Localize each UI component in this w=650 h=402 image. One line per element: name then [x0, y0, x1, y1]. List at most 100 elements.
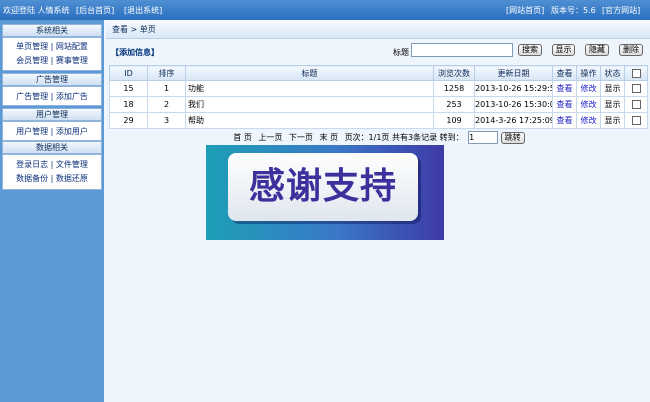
cell-order: 3: [147, 112, 186, 129]
col-views[interactable]: 浏览次数: [433, 65, 475, 81]
cell-status: 显示: [600, 80, 625, 97]
search-input[interactable]: [411, 43, 513, 57]
cell-views: 1258: [433, 80, 475, 97]
row-checkbox[interactable]: [631, 84, 641, 93]
back-home-link[interactable]: [后台首页]: [76, 5, 114, 16]
cell-select: [624, 80, 648, 97]
banner-text: 感谢支持: [248, 166, 397, 207]
search-button[interactable]: 搜索: [518, 44, 542, 56]
cell-id: 18: [109, 96, 148, 113]
logout-link[interactable]: [退出系统]: [124, 5, 162, 16]
sidebar-section-ads[interactable]: 广告管理: [2, 73, 102, 86]
sidebar-item-ad-manage[interactable]: 广告管理: [16, 92, 48, 101]
view-link[interactable]: 查看: [557, 100, 573, 109]
col-status: 状态: [600, 65, 625, 81]
sidebar: 系统相关 单页管理 | 网站配置 会员管理 | 赛事管理 广告管理 广告管理 |…: [0, 20, 104, 402]
edit-link[interactable]: 修改: [581, 84, 597, 93]
site-home-link[interactable]: [网站首页]: [506, 5, 544, 16]
cell-date: 2014-3-26 17:25:09: [474, 112, 553, 129]
cell-view: 查看: [552, 112, 577, 129]
sidebar-row: 登录日志 | 文件管理: [3, 158, 101, 172]
welcome-text: 欢迎登陆 人情系统: [3, 6, 70, 15]
col-date[interactable]: 更新日期: [474, 65, 553, 81]
prev-page-link[interactable]: 上一页: [258, 133, 282, 142]
separator: |: [50, 174, 54, 183]
cell-views: 109: [433, 112, 475, 129]
last-page-link[interactable]: 末 页: [319, 133, 338, 142]
add-info-link[interactable]: 【添加信息】: [111, 47, 159, 58]
sidebar-item-add-user[interactable]: 添加用户: [56, 127, 88, 136]
cell-view: 查看: [552, 80, 577, 97]
sidebar-item-login-log[interactable]: 登录日志: [16, 160, 48, 169]
separator: |: [50, 127, 54, 136]
sidebar-section-users[interactable]: 用户管理: [2, 108, 102, 121]
col-id[interactable]: ID: [109, 65, 148, 81]
cell-title: 功能: [185, 80, 434, 97]
show-button[interactable]: 显示: [552, 44, 575, 56]
view-link[interactable]: 查看: [557, 116, 573, 125]
cell-edit: 修改: [576, 96, 601, 113]
separator: |: [50, 42, 54, 51]
col-order[interactable]: 排序: [147, 65, 186, 81]
cell-view: 查看: [552, 96, 577, 113]
sidebar-item-event-manage[interactable]: 赛事管理: [56, 56, 88, 65]
cell-order: 2: [147, 96, 186, 113]
cell-views: 253: [433, 96, 475, 113]
sidebar-row: 广告管理 | 添加广告: [3, 90, 101, 104]
separator: |: [50, 56, 54, 65]
first-page-link[interactable]: 首 页: [233, 133, 252, 142]
official-site-link[interactable]: [官方网站]: [602, 5, 640, 16]
sidebar-item-member-manage[interactable]: 会员管理: [16, 56, 48, 65]
edit-link[interactable]: 修改: [581, 116, 597, 125]
page-info: 页次：1/1页 共有3条记录 转到：: [344, 133, 464, 142]
cell-select: [624, 112, 648, 129]
table-row: 29 3 帮助 109 2014-3-26 17:25:09 查看 修改 显示: [109, 112, 648, 129]
content-table: ID 排序 标题 浏览次数 更新日期 查看 操作 状态 15 1 功能 1258…: [109, 65, 648, 129]
view-link[interactable]: 查看: [557, 84, 573, 93]
cell-status: 显示: [600, 112, 625, 129]
sidebar-item-data-backup[interactable]: 数据备份: [16, 174, 48, 183]
breadcrumb-view: 查看: [112, 25, 128, 34]
jump-button[interactable]: 跳转: [500, 131, 525, 144]
col-title[interactable]: 标题: [185, 65, 434, 81]
sidebar-item-data-restore[interactable]: 数据还原: [56, 174, 88, 183]
edit-link[interactable]: 修改: [581, 100, 597, 109]
table-row: 15 1 功能 1258 2013-10-26 15:29:54 查看 修改 显…: [109, 80, 648, 97]
cell-order: 1: [147, 80, 186, 97]
sidebar-item-user-manage[interactable]: 用户管理: [16, 127, 48, 136]
cell-date: 2013-10-26 15:29:54: [474, 80, 553, 97]
table-header-row: ID 排序 标题 浏览次数 更新日期 查看 操作 状态: [109, 65, 648, 81]
next-page-link[interactable]: 下一页: [289, 133, 313, 142]
select-all-checkbox[interactable]: [631, 68, 641, 78]
sidebar-section-users-body: 用户管理 | 添加用户: [2, 121, 102, 141]
breadcrumb-arrow: >: [130, 25, 138, 34]
cell-id: 15: [109, 80, 148, 97]
row-checkbox[interactable]: [631, 100, 641, 109]
separator: |: [50, 160, 54, 169]
sidebar-item-file-manage[interactable]: 文件管理: [56, 160, 88, 169]
sidebar-item-site-config[interactable]: 网站配置: [56, 42, 88, 51]
sidebar-item-page-manage[interactable]: 单页管理: [16, 42, 48, 51]
row-checkbox[interactable]: [631, 116, 641, 125]
cell-edit: 修改: [576, 112, 601, 129]
top-bar: 欢迎登陆 人情系统 [后台首页] [退出系统] [网站首页] 版本号：5.6 […: [0, 0, 650, 20]
breadcrumb: 查看 > 单页: [106, 20, 650, 39]
separator: |: [50, 92, 54, 101]
toolbar: 【添加信息】 标题 搜索 显示 隐藏 删除: [106, 40, 650, 62]
sidebar-section-ads-body: 广告管理 | 添加广告: [2, 86, 102, 106]
sidebar-section-system[interactable]: 系统相关: [2, 24, 102, 37]
delete-button[interactable]: 删除: [619, 44, 643, 56]
col-view: 查看: [552, 65, 577, 81]
sidebar-section-system-body: 单页管理 | 网站配置 会员管理 | 赛事管理: [2, 37, 102, 71]
select-all[interactable]: [624, 65, 648, 81]
sidebar-section-data-body: 登录日志 | 文件管理 数据备份 | 数据还原: [2, 154, 102, 190]
jump-page-input[interactable]: [468, 131, 499, 144]
banner-card: 感谢支持: [228, 153, 418, 221]
sidebar-row: 用户管理 | 添加用户: [3, 125, 101, 139]
sidebar-item-add-ad[interactable]: 添加广告: [56, 92, 88, 101]
thanks-banner: 感谢支持: [206, 145, 444, 240]
sidebar-section-data[interactable]: 数据相关: [2, 141, 102, 154]
hide-button[interactable]: 隐藏: [585, 44, 609, 56]
cell-status: 显示: [600, 96, 625, 113]
table-row: 18 2 我们 253 2013-10-26 15:30:04 查看 修改 显示: [109, 96, 648, 113]
